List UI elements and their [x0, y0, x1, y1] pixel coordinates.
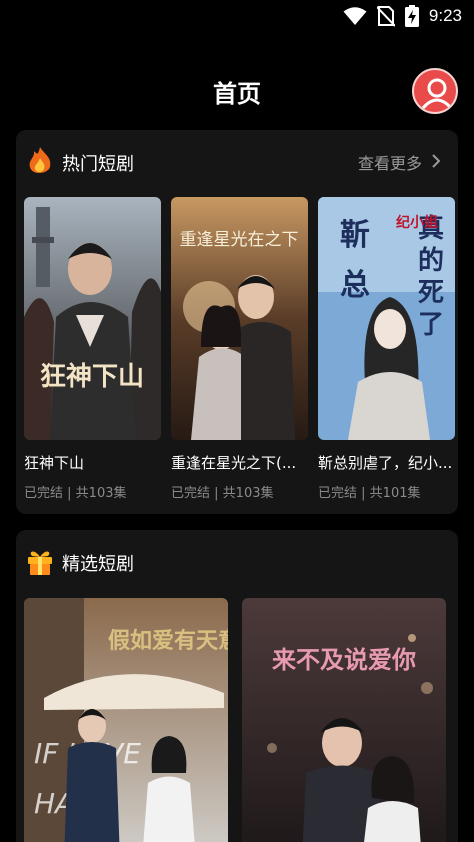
drama-card[interactable]: 狂神下山 狂神下山 已完结 | 共103集	[24, 197, 161, 501]
see-more-label: 查看更多	[357, 154, 422, 173]
drama-meta: 已完结 | 共103集	[171, 486, 274, 501]
battery-charging-icon	[404, 5, 419, 27]
wifi-icon	[343, 6, 367, 26]
chevron-right-icon	[432, 153, 441, 172]
drama-meta: 已完结 | 共103集	[24, 486, 127, 501]
drama-episodes: 共101集	[369, 486, 421, 501]
poster-glyph: 靳	[340, 218, 370, 253]
poster-glyph: 的	[418, 245, 444, 276]
drama-title: 重逢在星光之下(...	[171, 454, 297, 472]
hot-dramas-section: 热门短剧 查看更多 狂神下山 狂神下山 已完结 | 共103集 重逢星光在之下 …	[16, 130, 458, 514]
picks-section-header: 精选短剧	[16, 530, 458, 592]
poster-glyph: 死	[418, 278, 444, 308]
app-header: 首页	[0, 60, 474, 120]
drama-status: 已完结	[171, 486, 211, 501]
drama-poster[interactable]: 假如爱有天意 IF LOVE HAS	[24, 598, 228, 842]
hot-section-title: 热门短剧	[62, 154, 134, 175]
drama-status: 已完结	[318, 486, 358, 501]
status-time: 9:23	[428, 6, 462, 25]
poster-glyph: 了	[418, 310, 444, 340]
no-sim-icon	[376, 5, 395, 27]
drama-poster[interactable]: 狂神下山	[24, 197, 161, 440]
fire-icon	[26, 146, 54, 176]
featured-dramas-section: 精选短剧 假如爱有天意 IF LOVE HAS 来不及说爱你	[16, 530, 458, 842]
hot-section-header: 热门短剧 查看更多	[16, 130, 458, 192]
drama-card[interactable]: 靳 总 真 的 死 了 纪小姐 靳总别虐了，纪小... 已完结 | 共101集	[318, 197, 455, 501]
status-icons: 9:23	[343, 4, 462, 28]
status-bar: 9:23	[0, 0, 474, 32]
drama-poster[interactable]: 靳 总 真 的 死 了 纪小姐	[318, 197, 455, 440]
poster-title-text: 假如爱有天意	[108, 628, 228, 654]
drama-status: 已完结	[24, 486, 64, 501]
drama-poster[interactable]: 重逢星光在之下	[171, 197, 308, 440]
poster-glyph: 总	[340, 268, 370, 303]
drama-episodes: 共103集	[222, 486, 274, 501]
drama-card[interactable]: 重逢星光在之下 重逢在星光之下(... 已完结 | 共103集	[171, 197, 308, 501]
poster-glyph: 纪小姐	[396, 214, 438, 231]
drama-episodes: 共103集	[75, 486, 127, 501]
poster-title-text: 狂神下山	[40, 362, 144, 392]
picks-section-title: 精选短剧	[62, 554, 134, 575]
gift-icon	[26, 546, 54, 576]
poster-title-text: 来不及说爱你	[272, 645, 416, 674]
user-avatar-icon[interactable]	[412, 68, 458, 114]
drama-meta: 已完结 | 共101集	[318, 486, 421, 501]
drama-title: 狂神下山	[24, 454, 85, 472]
page-title: 首页	[213, 80, 261, 108]
see-more-button[interactable]: 查看更多	[357, 150, 441, 174]
drama-title: 靳总别虐了，纪小...	[318, 454, 453, 472]
poster-title-text: 重逢星光在之下	[180, 230, 299, 250]
drama-poster[interactable]: 来不及说爱你	[242, 598, 446, 842]
